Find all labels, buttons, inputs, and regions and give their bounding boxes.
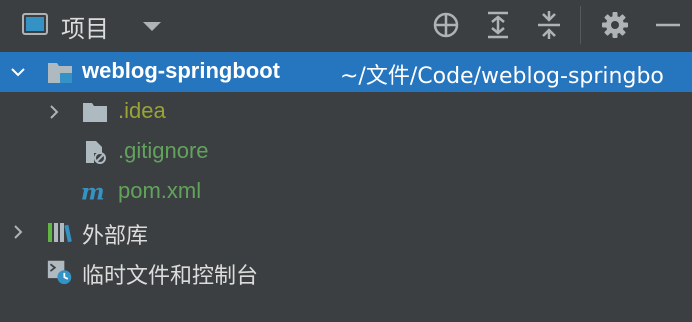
dropdown-chevron-icon[interactable] bbox=[141, 19, 163, 33]
chevron-right-icon[interactable] bbox=[10, 224, 26, 240]
tree-item-scratches[interactable]: 临时文件和控制台 bbox=[0, 252, 692, 292]
panel-title[interactable]: 项目 bbox=[61, 9, 109, 44]
libraries-icon bbox=[48, 223, 72, 243]
minimize-icon[interactable] bbox=[652, 10, 682, 40]
tree-item-label: 临时文件和控制台 bbox=[82, 264, 259, 289]
tree-item-label: .gitignore bbox=[118, 138, 209, 163]
tree-item-pom[interactable]: m pom.xml bbox=[0, 172, 692, 212]
chevron-right-icon[interactable] bbox=[46, 104, 62, 120]
project-view-icon[interactable] bbox=[22, 13, 48, 35]
tree-item-label: pom.xml bbox=[118, 178, 202, 203]
chevron-down-icon[interactable] bbox=[10, 64, 26, 80]
gear-icon[interactable] bbox=[600, 10, 630, 40]
toolbar-divider bbox=[580, 6, 581, 44]
tree-item-idea[interactable]: .idea bbox=[0, 92, 692, 132]
ignored-file-icon bbox=[86, 141, 106, 164]
locate-target-icon[interactable] bbox=[431, 10, 461, 40]
tree-item-label: 外部库 bbox=[82, 224, 149, 249]
tree-item-label: .idea bbox=[118, 98, 166, 123]
module-folder-icon bbox=[48, 63, 72, 83]
collapse-all-icon[interactable] bbox=[534, 10, 564, 40]
tree-item-gitignore[interactable]: .gitignore bbox=[0, 132, 692, 172]
tree-item-external-libraries[interactable]: 外部库 bbox=[0, 212, 692, 252]
expand-all-icon[interactable] bbox=[483, 10, 513, 40]
svg-text:m: m bbox=[81, 179, 105, 205]
project-toolbar: 项目 bbox=[0, 0, 692, 50]
maven-icon: m bbox=[81, 179, 105, 205]
folder-icon bbox=[83, 103, 107, 122]
scratches-icon bbox=[47, 260, 72, 285]
root-project-path: ~/文件/Code/weblog-springbo bbox=[340, 64, 664, 89]
root-project-name: weblog-springboot bbox=[82, 58, 280, 83]
tree-root-row[interactable]: weblog-springboot ~/文件/Code/weblog-sprin… bbox=[0, 52, 692, 92]
